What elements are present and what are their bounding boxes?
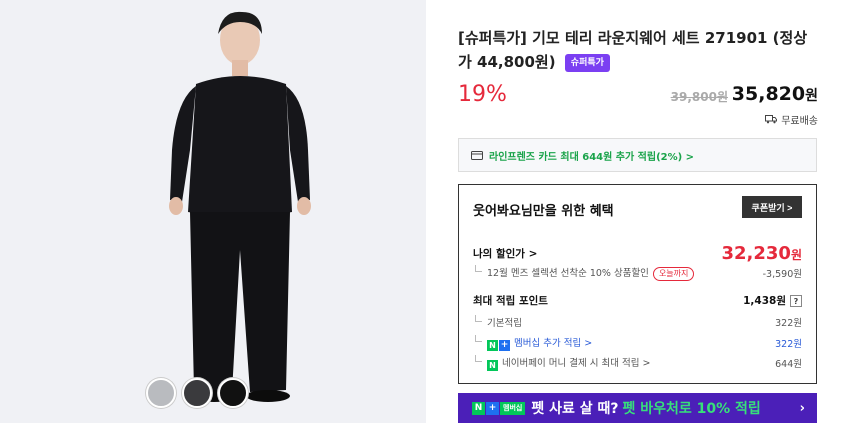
naver-plus-icon: N +: [487, 340, 510, 351]
super-deal-badge: 슈퍼특가: [564, 54, 610, 72]
naver-pay-icon: N: [487, 360, 498, 371]
pet-voucher-banner[interactable]: N + 멤버십 펫 사료 살 때? 펫 바우처로 10% 적립 ›: [458, 393, 817, 423]
card-promo-text: 라인프렌즈 카드 최대 644원 추가 적립(2%) >: [489, 151, 695, 163]
swatch-charcoal[interactable]: [182, 378, 212, 408]
product-title: [슈퍼특가] 기모 테리 라운지웨어 세트 271901 (정상가 44,800…: [458, 26, 818, 74]
sale-price-value: 35,820: [731, 83, 806, 105]
coupon-value: -3,590원: [762, 269, 802, 280]
chevron-right-icon: ›: [799, 400, 805, 416]
swatch-gray[interactable]: [146, 378, 176, 408]
product-page: [슈퍼특가] 기모 테리 라운지웨어 세트 271901 (정상가 44,800…: [0, 0, 849, 423]
truck-icon: [765, 115, 778, 124]
sale-price: 35,820원: [732, 83, 818, 105]
basic-points-value: 322원: [775, 318, 802, 329]
basic-points-label: 기본적립: [473, 315, 522, 329]
help-icon[interactable]: ?: [790, 295, 802, 307]
membership-points-value: 322원: [775, 339, 802, 350]
my-price-row: 나의 할인가 > 32,230원: [473, 243, 802, 264]
max-points-row: 최대 적립 포인트 1,438원?: [473, 293, 802, 308]
benefit-title: 웃어봐요님만을 위한 혜택: [473, 204, 614, 219]
original-price: 39,800원: [670, 90, 728, 104]
npay-points-value: 644원: [775, 359, 802, 370]
coupon-row: 12월 멘즈 셀렉션 선착순 10% 상품할인 오늘까지 -3,590원: [473, 265, 802, 281]
card-promo-banner[interactable]: 라인프렌즈 카드 최대 644원 추가 적립(2%) >: [458, 138, 817, 172]
product-title-text: [슈퍼특가] 기모 테리 라운지웨어 세트 271901 (정상가 44,800…: [458, 29, 808, 71]
membership-label-wrap: N + 멤버십 추가 적립 >: [473, 335, 592, 351]
max-points-value: 1,438원: [743, 295, 786, 307]
coupon-desc: 12월 멘즈 셀렉션 선착순 10% 상품할인: [487, 268, 649, 279]
benefit-box: 웃어봐요님만을 위한 혜택 쿠폰받기 > 나의 할인가 > 32,230원 12…: [458, 184, 817, 384]
today-only-tag: 오늘까지: [652, 267, 695, 281]
coupon-button[interactable]: 쿠폰받기 >: [742, 196, 802, 218]
naver-membership-icon: N + 멤버십: [472, 401, 526, 415]
npay-label-wrap: N 네이버페이 머니 결제 시 최대 적립 >: [473, 355, 650, 371]
shipping-label: 무료배송: [781, 116, 818, 127]
max-points-label: 최대 적립 포인트: [473, 295, 548, 307]
max-points-value-wrap: 1,438원?: [743, 293, 802, 308]
my-price-link[interactable]: 나의 할인가 >: [473, 246, 537, 261]
my-price-value: 32,230원: [721, 243, 802, 264]
membership-link[interactable]: 멤버십 추가 적립 >: [514, 338, 592, 349]
my-price-amount: 32,230: [721, 243, 791, 264]
swatch-black[interactable]: [218, 378, 248, 408]
npay-link[interactable]: 네이버페이 머니 결제 시 최대 적립 >: [502, 358, 650, 369]
card-icon: [471, 150, 483, 160]
model-illustration: [169, 11, 311, 402]
shipping-info: 무료배송: [765, 112, 818, 127]
basic-points-row: 기본적립 322원: [473, 315, 802, 329]
sale-price-unit: 원: [805, 88, 818, 104]
my-price-unit: 원: [790, 248, 802, 262]
discount-rate: 19%: [458, 82, 507, 107]
color-swatches: [146, 378, 248, 408]
coupon-desc-wrap: 12월 멘즈 셀렉션 선착순 10% 상품할인 오늘까지: [473, 265, 695, 281]
membership-points-row: N + 멤버십 추가 적립 > 322원: [473, 335, 802, 351]
banner-text: 펫 사료 살 때?: [531, 401, 619, 417]
product-image[interactable]: [0, 0, 426, 423]
banner-highlight: 펫 바우처로 10% 적립: [622, 401, 761, 417]
npay-points-row: N 네이버페이 머니 결제 시 최대 적립 > 644원: [473, 355, 802, 371]
